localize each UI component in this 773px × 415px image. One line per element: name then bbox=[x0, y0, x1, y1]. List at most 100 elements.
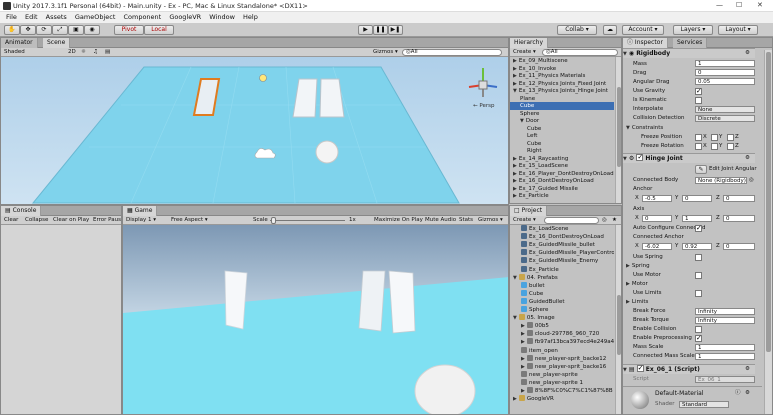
menu-help[interactable]: Help bbox=[243, 12, 258, 23]
hierarchy-create-dropdown[interactable]: Create ▾ bbox=[513, 48, 536, 57]
collapsed-arrow-icon[interactable]: ▶ bbox=[513, 178, 517, 184]
project-item[interactable]: ▶ 00b5 bbox=[510, 322, 614, 330]
use-limits-checkbox[interactable] bbox=[695, 290, 702, 297]
auto-configure-checkbox[interactable] bbox=[695, 224, 702, 232]
rigidbody-header[interactable]: ▼ ◉ Rigidbody bbox=[623, 48, 755, 58]
scale-slider-handle[interactable] bbox=[271, 217, 276, 224]
project-item[interactable]: Ex_Particle bbox=[510, 265, 614, 274]
collapsed-arrow-icon[interactable]: ▶ bbox=[513, 186, 517, 192]
collapsed-arrow-icon[interactable]: ▶ bbox=[513, 156, 517, 162]
scene-viewport[interactable]: ← Persp bbox=[1, 57, 509, 205]
2d-toggle[interactable]: 2D bbox=[68, 48, 76, 57]
menu-edit[interactable]: Edit bbox=[25, 12, 38, 23]
project-item[interactable]: new_player-sprite 1 bbox=[510, 378, 614, 387]
tab-game[interactable]: ▦ Game bbox=[123, 206, 158, 216]
scene-gizmos-dropdown[interactable]: Gizmos ▾ bbox=[373, 48, 398, 57]
anchor-x-field[interactable]: -0.5 bbox=[642, 195, 672, 202]
menu-window[interactable]: Window bbox=[209, 12, 235, 23]
play-button[interactable]: ▶ bbox=[358, 25, 373, 35]
collapsed-arrow-icon[interactable]: ▶ bbox=[513, 163, 517, 169]
maximize-button[interactable]: ☐ bbox=[736, 1, 742, 9]
script-settings-gear-icon[interactable]: ⚙ bbox=[745, 365, 750, 373]
menu-googlevr[interactable]: GoogleVR bbox=[169, 12, 201, 23]
material-help-icon[interactable]: ⓘ bbox=[735, 389, 741, 397]
interpolate-dropdown[interactable]: None bbox=[695, 106, 755, 113]
use-motor-checkbox[interactable] bbox=[695, 272, 702, 279]
collapsed-arrow-icon[interactable]: ▶ bbox=[521, 339, 525, 345]
collapsed-arrow-icon[interactable]: ▶ bbox=[513, 58, 517, 64]
anchor-z-field[interactable]: 0 bbox=[723, 195, 755, 202]
freeze-pos-y-checkbox[interactable] bbox=[711, 134, 718, 141]
connected-body-field[interactable]: None (Rigidbody) bbox=[695, 177, 747, 184]
stats-button[interactable]: Stats bbox=[459, 216, 473, 225]
connected-anchor-x-field[interactable]: -6.02 bbox=[642, 243, 672, 250]
pivot-toggle[interactable]: Pivot bbox=[114, 25, 144, 35]
project-item[interactable]: Cube bbox=[510, 289, 614, 298]
collab-dropdown[interactable]: Collab ▾ bbox=[557, 25, 597, 35]
break-torque-field[interactable]: Infinity bbox=[695, 317, 755, 324]
project-item[interactable]: Sphere bbox=[510, 306, 614, 314]
console-collapse-button[interactable]: Collapse bbox=[25, 216, 48, 225]
collapsed-arrow-icon[interactable]: ▶ bbox=[521, 323, 525, 329]
collapsed-arrow-icon[interactable]: ▶ bbox=[513, 66, 517, 72]
transform-tool-button[interactable]: ◉ bbox=[84, 25, 100, 35]
connected-mass-scale-field[interactable]: 1 bbox=[695, 353, 755, 360]
tab-animator[interactable]: Animator bbox=[1, 38, 38, 48]
expanded-arrow-icon[interactable]: ▼ bbox=[513, 275, 517, 281]
constraints-foldout[interactable]: ▼ Constraints bbox=[626, 124, 663, 132]
project-item[interactable]: bullet bbox=[510, 281, 614, 290]
mute-audio-button[interactable]: Mute Audio bbox=[425, 216, 456, 225]
layers-dropdown[interactable]: Layers ▾ bbox=[673, 25, 713, 35]
rotate-tool-button[interactable]: ⟳ bbox=[36, 25, 52, 35]
project-item[interactable]: ▶ GoogleVR bbox=[510, 395, 614, 403]
use-spring-checkbox[interactable] bbox=[695, 254, 702, 261]
project-scrollbar[interactable] bbox=[615, 225, 621, 414]
rect-tool-button[interactable]: ▣ bbox=[68, 25, 84, 35]
hierarchy-item[interactable]: ▶ Ex_Particle bbox=[510, 192, 614, 200]
material-settings-gear-icon[interactable]: ⚙ bbox=[745, 389, 750, 397]
collapsed-arrow-icon[interactable]: ▶ bbox=[521, 364, 525, 370]
menu-file[interactable]: File bbox=[6, 12, 17, 23]
drag-field[interactable]: 0 bbox=[695, 69, 755, 76]
console-clear-on-play-button[interactable]: Clear on Play bbox=[53, 216, 89, 225]
menu-gameobject[interactable]: GameObject bbox=[75, 12, 116, 23]
scene-search-input[interactable]: ◎All bbox=[402, 49, 502, 56]
axis-x-field[interactable]: 0 bbox=[642, 215, 672, 222]
shading-dropdown[interactable]: Shaded bbox=[4, 48, 25, 57]
project-item[interactable]: ▶ new_player-sprit_backe12 bbox=[510, 354, 614, 363]
local-toggle[interactable]: Local bbox=[144, 25, 174, 35]
move-tool-button[interactable]: ✥ bbox=[20, 25, 36, 35]
collapsed-arrow-icon[interactable]: ▶ bbox=[513, 396, 517, 402]
project-item[interactable]: ▼ 05. Image bbox=[510, 314, 614, 322]
project-create-dropdown[interactable]: Create ▾ bbox=[513, 216, 536, 225]
project-item[interactable]: ▶ cloud-297786_960_720 bbox=[510, 330, 614, 338]
display-dropdown[interactable]: Display 1 ▾ bbox=[126, 216, 156, 225]
collapsed-arrow-icon[interactable]: ▶ bbox=[513, 193, 517, 199]
console-error-pause-button[interactable]: Error Pause bbox=[93, 216, 121, 225]
maximize-on-play-button[interactable]: Maximize On Play bbox=[374, 216, 423, 225]
spring-foldout[interactable]: ▶ Spring bbox=[626, 262, 650, 270]
hierarchy-search-input[interactable]: ◎All bbox=[542, 49, 618, 56]
project-item[interactable]: Ex_LoadScene bbox=[510, 225, 614, 233]
pause-button[interactable]: ❚❚ bbox=[373, 25, 388, 35]
collapsed-arrow-icon[interactable]: ▶ bbox=[521, 331, 525, 337]
hinge-settings-gear-icon[interactable]: ⚙ bbox=[745, 154, 750, 162]
project-item[interactable]: item_open bbox=[510, 346, 614, 355]
lighting-toggle-icon[interactable]: ☼ bbox=[81, 48, 86, 57]
tab-console[interactable]: ▤ Console bbox=[1, 206, 42, 216]
project-item[interactable]: ▶ 8%8F%C0%C7%C1%87%8B bbox=[510, 387, 614, 395]
project-scrollbar-thumb[interactable] bbox=[617, 295, 621, 355]
collapsed-arrow-icon[interactable]: ▶ bbox=[513, 73, 517, 79]
close-button[interactable]: ✕ bbox=[757, 1, 763, 9]
scale-tool-button[interactable]: ⤢ bbox=[52, 25, 68, 35]
aspect-dropdown[interactable]: Free Aspect ▾ bbox=[171, 216, 208, 225]
collapsed-arrow-icon[interactable]: ▶ bbox=[521, 388, 525, 394]
project-item[interactable]: new_player-sprite bbox=[510, 370, 614, 379]
hinge-joint-header[interactable]: ▼⚙ Hinge Joint bbox=[623, 153, 755, 163]
collapsed-arrow-icon[interactable]: ▶ bbox=[513, 81, 517, 87]
script-component-header[interactable]: ▼▤ Ex_06_1 (Script) bbox=[623, 364, 755, 374]
project-item[interactable]: Ex_GuidedMissile_bullet bbox=[510, 241, 614, 249]
audio-toggle-icon[interactable]: ♫ bbox=[93, 48, 98, 57]
console-log-area[interactable] bbox=[1, 225, 121, 414]
expanded-arrow-icon[interactable]: ▼ bbox=[520, 118, 524, 124]
